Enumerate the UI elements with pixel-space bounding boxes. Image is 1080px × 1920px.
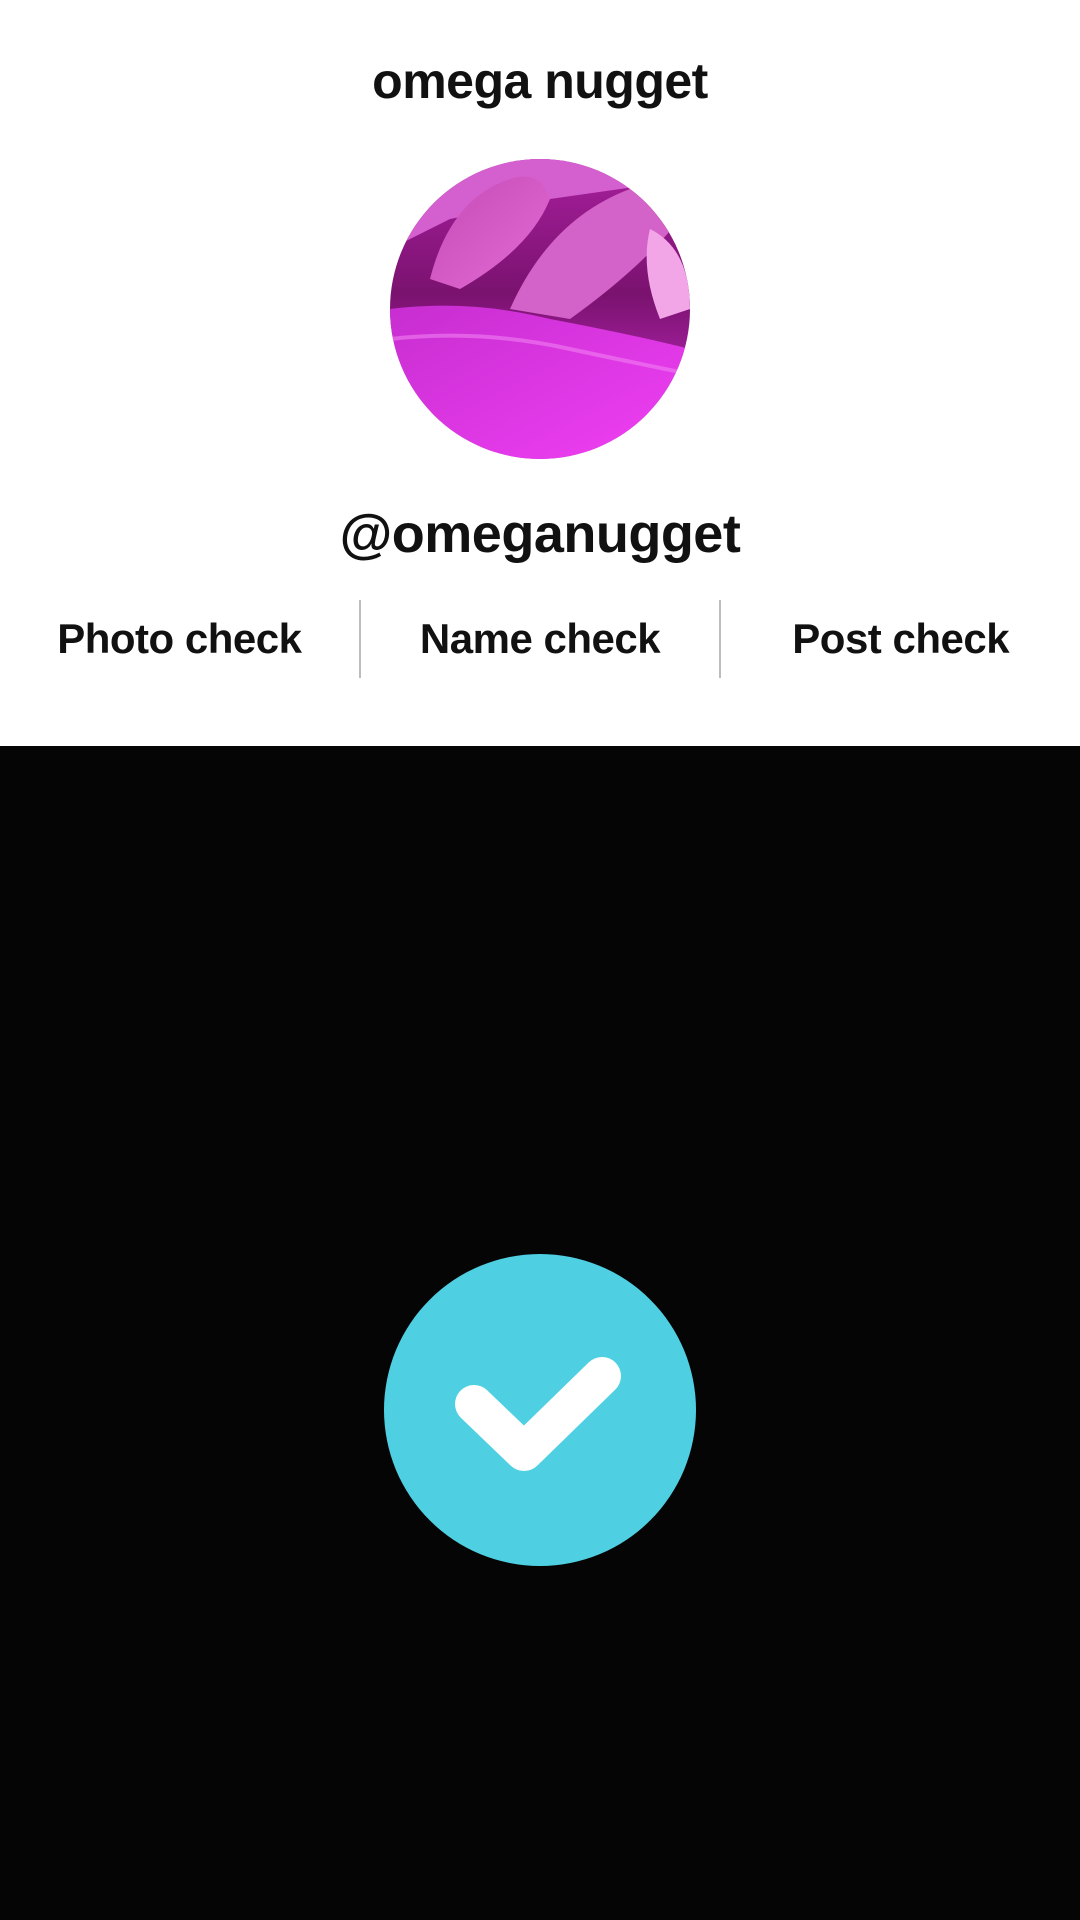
name-check-tab[interactable]: Name check: [361, 600, 720, 678]
post-check-tab[interactable]: Post check: [721, 600, 1080, 678]
display-name: omega nugget: [372, 53, 708, 109]
checkmark-icon: [455, 1357, 621, 1471]
photo-check-tab[interactable]: Photo check: [0, 600, 359, 678]
username: @omeganugget: [339, 504, 741, 564]
avatar-photo-icon: [390, 159, 690, 459]
video-area: [0, 746, 1080, 1920]
check-badge: [384, 1254, 696, 1566]
avatar: [390, 159, 690, 459]
checks-row: Photo check Name check Post check: [0, 600, 1080, 678]
profile-panel: omega nugget @omeganugget Photo check Na…: [0, 0, 1080, 746]
